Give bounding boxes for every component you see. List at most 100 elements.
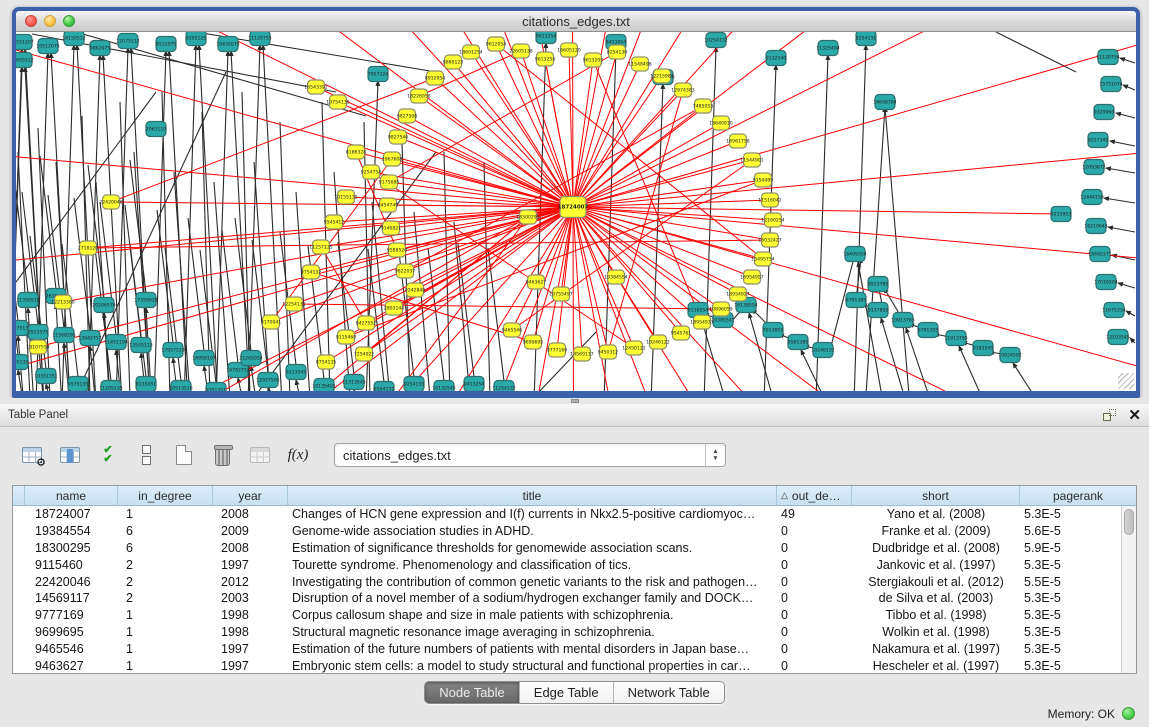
network-node[interactable]: 10432075	[216, 37, 239, 52]
network-node[interactable]: 7957224	[368, 67, 389, 82]
table-row[interactable]: 946362711997Embryonic stem cells: a mode…	[13, 657, 1136, 673]
cell-pagerank[interactable]: 5.3E-5	[1020, 625, 1136, 639]
network-node[interactable]: 8254131	[856, 32, 877, 46]
network-node[interactable]: 12213389	[51, 295, 74, 309]
cell-in-degree[interactable]: 1	[118, 642, 213, 656]
network-node[interactable]: 3913575	[28, 325, 49, 340]
network-node[interactable]: 12075512	[116, 34, 139, 49]
cell-short[interactable]: Wolkin et al. (1998)	[852, 625, 1020, 639]
network-node[interactable]: 9351351	[206, 383, 227, 392]
network-node[interactable]: 11451194	[104, 335, 127, 350]
network-node[interactable]: 9545412	[324, 215, 345, 229]
network-node[interactable]: 9242848	[405, 283, 426, 297]
cell-pagerank[interactable]: 5.3E-5	[1020, 642, 1136, 656]
network-node[interactable]: 2803144	[384, 301, 405, 315]
cell-in-degree[interactable]: 2	[118, 575, 213, 589]
network-node[interactable]: 10135405	[312, 379, 335, 392]
network-node[interactable]: 9862075	[90, 41, 111, 56]
network-node[interactable]: 8427552	[356, 316, 377, 330]
network-node[interactable]: 17016504	[1094, 275, 1117, 290]
network-node[interactable]: 8912954	[425, 71, 446, 85]
network-node[interactable]: 8512075	[156, 37, 177, 52]
network-node[interactable]: 11913785	[944, 331, 967, 346]
network-node[interactable]: 9777169	[547, 343, 568, 357]
network-node[interactable]: 12444150	[1080, 190, 1103, 205]
network-node[interactable]: 10924502	[998, 348, 1021, 363]
network-node[interactable]: 16210643	[1084, 219, 1107, 234]
network-node[interactable]: 9791355	[918, 323, 939, 338]
network-node[interactable]: 10754135	[326, 95, 349, 109]
table-select-dropdown[interactable]: citations_edges.txt ▲▼	[334, 443, 726, 467]
network-node[interactable]: 9813254	[535, 52, 556, 66]
network-node[interactable]: 11605512	[16, 53, 34, 68]
network-node[interactable]: 7254022	[354, 347, 375, 361]
network-node[interactable]: 11254132	[492, 381, 515, 392]
select-all-button[interactable]: ✔✔	[92, 439, 124, 471]
network-node[interactable]: 15692371	[1088, 247, 1111, 262]
network-node[interactable]: 9827546	[388, 130, 409, 144]
table-row[interactable]: 969969511998Structural magnetic resonanc…	[13, 624, 1136, 641]
cell-short[interactable]: Tibbo et al. (1998)	[852, 608, 1020, 622]
cell-short[interactable]: Jankovic et al. (1997)	[852, 558, 1020, 572]
table-row[interactable]: 1830029562008Estimation of significance …	[13, 540, 1136, 557]
network-node[interactable]: 9822037	[395, 264, 416, 278]
row-controls-button[interactable]	[130, 439, 162, 471]
minimize-window-button[interactable]	[44, 15, 56, 27]
table-scrollbar[interactable]	[1121, 506, 1136, 673]
network-node[interactable]: 9827508	[397, 109, 418, 123]
cell-year[interactable]: 1997	[213, 642, 288, 656]
network-node[interactable]: 11544901	[740, 153, 763, 167]
network-node[interactable]: 11568295	[52, 328, 75, 343]
network-graph[interactable]: 1055120710512075161505129862075120755121…	[16, 32, 1136, 391]
cell-title[interactable]: Investigating the contribution of common…	[288, 575, 777, 589]
network-node[interactable]: 9613205	[583, 53, 604, 67]
cell-title[interactable]: Corpus callosum shape and size in male p…	[288, 608, 777, 622]
column-header-title[interactable]: title	[288, 486, 777, 505]
cell-short[interactable]: Hescheler et al. (1997)	[852, 659, 1020, 673]
cell-pagerank[interactable]: 5.3E-5	[1020, 591, 1136, 605]
network-node[interactable]: 16543392	[304, 80, 327, 94]
delete-table-button[interactable]	[244, 439, 276, 471]
close-window-button[interactable]	[25, 15, 37, 27]
network-node[interactable]: 7913855	[763, 323, 784, 338]
network-node[interactable]: 22605138	[509, 44, 532, 58]
window-resize-grip[interactable]	[1118, 373, 1134, 389]
column-header-in-degree[interactable]: in_degree	[118, 486, 213, 505]
network-node[interactable]: 16958107	[192, 351, 215, 366]
network-node[interactable]: 17359928	[134, 293, 157, 308]
network-node[interactable]: 8454749	[378, 198, 399, 212]
network-node[interactable]: 16648784	[873, 95, 896, 110]
column-header-year[interactable]: year	[213, 486, 288, 505]
cell-short[interactable]: Nakamura et al. (1997)	[852, 642, 1020, 656]
network-node[interactable]: 10896059	[709, 302, 732, 316]
network-node[interactable]: 9575135	[68, 377, 89, 392]
network-node[interactable]: 15751074	[1099, 77, 1122, 92]
cell-year[interactable]: 2012	[213, 575, 288, 589]
cell-name[interactable]: 14569117	[25, 591, 118, 605]
network-node[interactable]: 9612054	[486, 37, 507, 51]
network-node[interactable]: 18640910	[709, 116, 732, 130]
network-node[interactable]: 10155135	[334, 190, 357, 204]
network-node[interactable]: 21265054	[239, 351, 262, 366]
network-node[interactable]: 15495754	[751, 252, 774, 266]
network-node[interactable]: 9699695	[523, 335, 544, 349]
table-row[interactable]: 1456911722003Disruption of a novel membe…	[13, 590, 1136, 607]
table-row[interactable]: 1938455462009Genome-wide association stu…	[13, 523, 1136, 540]
network-node[interactable]: 12450122	[622, 341, 645, 355]
network-node[interactable]: 9754132	[301, 265, 322, 279]
network-node[interactable]: 9254135	[404, 377, 425, 392]
cell-short[interactable]: de Silva et al. (2003)	[852, 591, 1020, 605]
network-node[interactable]: 9463627	[526, 275, 547, 289]
cell-year[interactable]: 2008	[213, 541, 288, 555]
network-node[interactable]: 8791385	[846, 293, 867, 308]
cell-year[interactable]: 1998	[213, 625, 288, 639]
cell-name[interactable]: 9465546	[25, 642, 118, 656]
column-header-name[interactable]: name	[25, 486, 118, 505]
cell-year[interactable]: 2003	[213, 591, 288, 605]
cell-out-degree[interactable]: 0	[777, 575, 852, 589]
cell-title[interactable]: Embryonic stem cells: a model to study s…	[288, 659, 777, 673]
network-node[interactable]: 8913785	[868, 277, 889, 292]
cell-out-degree[interactable]: 0	[777, 659, 852, 673]
cell-in-degree[interactable]: 1	[118, 608, 213, 622]
cell-title[interactable]: Genome-wide association studies in ADHD.	[288, 524, 777, 538]
